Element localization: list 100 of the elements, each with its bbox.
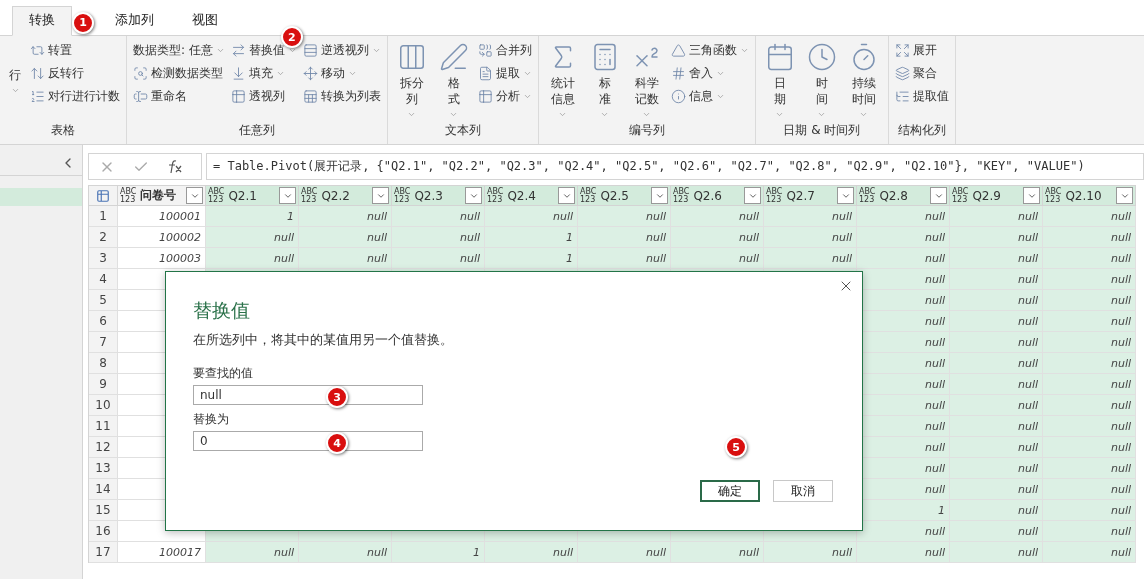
- table-cell: null: [1043, 227, 1136, 248]
- formula-field[interactable]: = Table.Pivot(展开记录, {"Q2.1", "Q2.2", "Q2.3", "Q2.4", "Q2.5", "Q2.6", "Q2.7", "Q2.8", "Q2.9", "Q2.10"}, "KEY", "VALUE"): [206, 153, 1144, 180]
- ribbon-button[interactable]: 数据类型: 任意: [133, 40, 225, 61]
- row-number: 13: [89, 458, 118, 479]
- ribbon-button[interactable]: 时间: [803, 40, 840, 122]
- swap-arrows-icon: [230, 43, 246, 58]
- info-icon: [670, 89, 686, 104]
- field-label: 要查找的值: [193, 365, 254, 382]
- row-number: 15: [89, 500, 118, 521]
- table-cell: null: [1043, 395, 1136, 416]
- row-number: 1: [89, 206, 118, 227]
- table-cell: null: [857, 248, 950, 269]
- ribbon-button[interactable]: 聚合: [894, 63, 937, 84]
- caret-icon: [215, 46, 225, 55]
- filter-button[interactable]: [744, 187, 761, 204]
- rows-icon: [302, 43, 318, 58]
- table-menu-icon[interactable]: [96, 188, 110, 203]
- ribbon-button[interactable]: 重命名: [133, 86, 187, 107]
- filter-button[interactable]: [930, 187, 947, 204]
- table-cell: null: [950, 248, 1043, 269]
- ribbon-button[interactable]: 填充: [230, 63, 285, 84]
- filter-button[interactable]: [558, 187, 575, 204]
- row-number: 10: [89, 395, 118, 416]
- caret-icon: [371, 46, 381, 55]
- table-icon: [230, 89, 246, 104]
- pen-icon: [438, 42, 469, 72]
- dialog-button[interactable]: 确定: [700, 480, 760, 502]
- table-cell: null: [392, 248, 485, 269]
- ribbon-button[interactable]: 标准: [586, 40, 623, 122]
- clock-icon: [806, 42, 837, 72]
- filter-button[interactable]: [1116, 187, 1133, 204]
- row-number: 12: [89, 437, 118, 458]
- table-cell: null: [206, 542, 299, 563]
- filter-button[interactable]: [465, 187, 482, 204]
- table-cell: null: [1043, 437, 1136, 458]
- ribbon-button[interactable]: 持续时间: [845, 40, 882, 122]
- group-label: 任意列: [237, 122, 276, 139]
- table-cell: null: [1043, 353, 1136, 374]
- ribbon-button[interactable]: 三角函数: [670, 40, 749, 61]
- filter-button[interactable]: [837, 187, 854, 204]
- filter-button[interactable]: [1023, 187, 1040, 204]
- input-field[interactable]: 0 4: [193, 431, 423, 451]
- filter-button[interactable]: [651, 187, 668, 204]
- table-cell: null: [671, 248, 764, 269]
- ribbon-button[interactable]: 检测数据类型: [133, 63, 223, 84]
- ribbon-button[interactable]: 合并列: [477, 40, 532, 61]
- table-cell: null: [206, 248, 299, 269]
- input-field[interactable]: null 3: [193, 385, 423, 405]
- table-cell: null: [950, 269, 1043, 290]
- text-field-icon: [133, 89, 148, 104]
- ribbon-button[interactable]: 提取: [477, 63, 532, 84]
- ribbon-button[interactable]: 统计信息: [544, 40, 581, 122]
- filter-button[interactable]: [279, 187, 296, 204]
- ribbon-button[interactable]: 对行进行计数: [30, 86, 120, 107]
- ribbon-tab[interactable]: 视图: [175, 6, 235, 36]
- table-cell: 1: [206, 206, 299, 227]
- ribbon-button[interactable]: 格式: [435, 40, 472, 122]
- group-label: 结构化列: [896, 122, 947, 139]
- table-cell: null: [764, 248, 857, 269]
- table-cell: 100003: [118, 248, 206, 269]
- ribbon-button[interactable]: 反转行: [30, 63, 84, 84]
- ribbon-button[interactable]: 转置: [30, 40, 72, 61]
- ribbon-button[interactable]: 信息: [670, 86, 725, 107]
- filter-button[interactable]: [186, 187, 203, 204]
- ribbon-button[interactable]: 舍入: [670, 63, 725, 84]
- ribbon-button[interactable]: 科学记数: [628, 40, 665, 122]
- filter-button[interactable]: [372, 187, 389, 204]
- table-icon: [477, 89, 493, 104]
- ribbon-button[interactable]: 提取值: [894, 86, 949, 107]
- ribbon-tab[interactable]: 转换: [12, 6, 72, 36]
- table-cell: null: [1043, 458, 1136, 479]
- document-icon: [477, 66, 493, 81]
- ribbon-button[interactable]: 分析: [477, 86, 532, 107]
- ribbon-button[interactable]: 转换为列表: [302, 86, 381, 107]
- ribbon-tab[interactable]: 添加列: [98, 6, 171, 36]
- table-cell: null: [1043, 479, 1136, 500]
- table-cell: null: [392, 206, 485, 227]
- dialog-button[interactable]: 取消: [773, 480, 833, 502]
- numbered-list-icon: [30, 89, 45, 104]
- ribbon-button[interactable]: 行: [6, 40, 24, 122]
- table-cell: null: [950, 542, 1043, 563]
- table-cell: 1: [485, 248, 578, 269]
- ribbon-button[interactable]: 透视列: [230, 86, 285, 107]
- table-cell: null: [950, 311, 1043, 332]
- scan-icon: [133, 66, 148, 81]
- caret-icon: [287, 46, 297, 55]
- table-cell: null: [857, 269, 950, 290]
- table-cell: 1: [485, 227, 578, 248]
- ribbon-button[interactable]: 日期: [761, 40, 798, 122]
- ribbon-button[interactable]: 拆分列: [393, 40, 430, 122]
- up-down-arrows-icon: [30, 66, 45, 81]
- row-number: 7: [89, 332, 118, 353]
- table-cell: null: [764, 206, 857, 227]
- ribbon-button[interactable]: 逆透视列: [302, 40, 381, 61]
- group-label: 文本列: [443, 122, 482, 139]
- type-label: ABC 123: [487, 187, 504, 204]
- function-icon[interactable]: [167, 159, 183, 174]
- ribbon-button[interactable]: 展开: [894, 40, 937, 61]
- ribbon-button[interactable]: 移动: [302, 63, 357, 84]
- table-cell: 100001: [118, 206, 206, 227]
